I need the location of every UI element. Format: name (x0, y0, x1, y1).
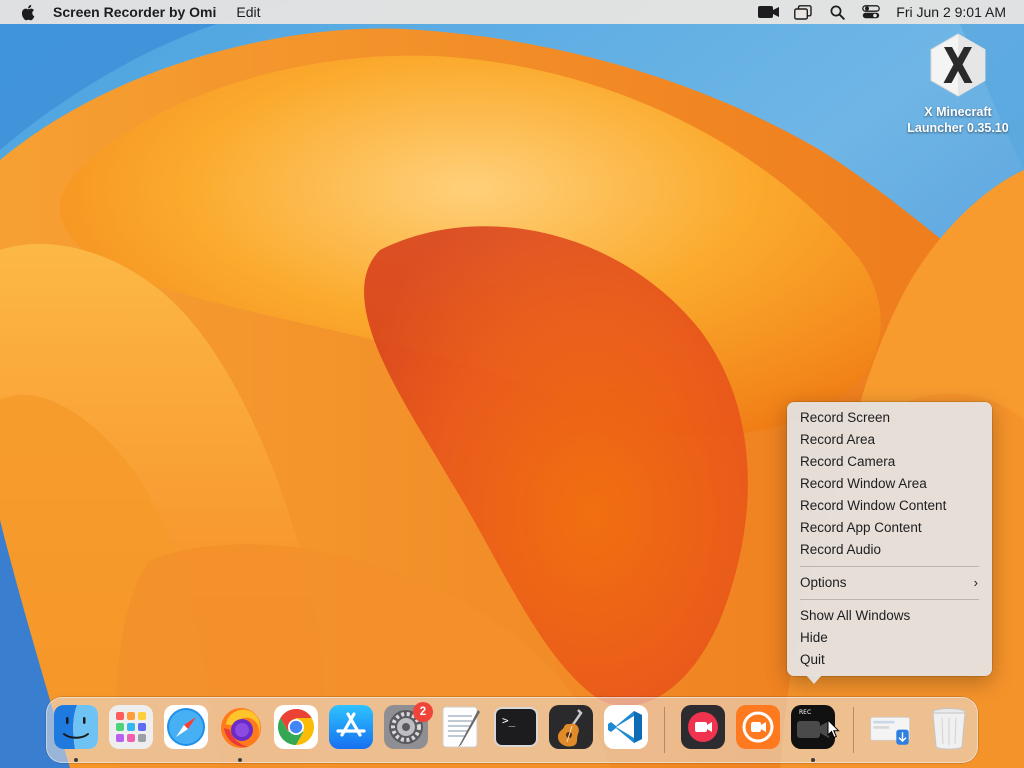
edit-menu[interactable]: Edit (236, 4, 260, 20)
chevron-right-icon: › (973, 575, 978, 590)
dock-item-safari[interactable] (163, 704, 209, 750)
menu-item-record-window-content[interactable]: Record Window Content (787, 495, 992, 517)
desktop-icon-label: X Minecraft Launcher 0.35.10 (907, 105, 1009, 135)
dock-item-terminal[interactable]: >_ (493, 704, 539, 750)
downloads-stack-icon (870, 716, 911, 745)
running-indicator (238, 758, 242, 762)
running-indicator (811, 758, 815, 762)
apple-menu-icon[interactable] (18, 3, 36, 21)
dock-item-trash[interactable] (926, 704, 972, 750)
window-switcher-icon[interactable] (792, 3, 814, 21)
chrome-icon (274, 705, 318, 749)
menu-separator (800, 566, 979, 567)
dock-divider (664, 707, 665, 753)
omi-recorder-orange-icon (736, 705, 780, 749)
menu-item-options-label: Options (800, 575, 847, 590)
textedit-icon (442, 706, 480, 748)
desktop-icon-x-minecraft-launcher[interactable]: X Minecraft Launcher 0.35.10 (896, 32, 1020, 136)
spotlight-search-icon[interactable] (826, 3, 848, 21)
menu-item-options[interactable]: Options › (787, 572, 992, 594)
x-minecraft-launcher-icon (927, 32, 989, 102)
dock-item-chrome[interactable] (273, 704, 319, 750)
menu-item-record-camera[interactable]: Record Camera (787, 451, 992, 473)
dock-item-firefox[interactable] (218, 704, 264, 750)
dock-item-omi-recorder[interactable] (735, 704, 781, 750)
dock-item-garageband[interactable] (548, 704, 594, 750)
menu-item-record-window-area[interactable]: Record Window Area (787, 473, 992, 495)
svg-text:REC: REC (799, 709, 811, 716)
app-store-icon (329, 705, 373, 749)
active-app-menu[interactable]: Screen Recorder by Omi (53, 4, 216, 20)
menu-item-record-app-content[interactable]: Record App Content (787, 517, 992, 539)
running-indicator (74, 758, 78, 762)
camera-recording-icon[interactable] (758, 3, 780, 21)
menu-item-quit[interactable]: Quit (787, 649, 992, 671)
vscode-icon (604, 705, 648, 749)
dock-item-textedit[interactable] (438, 704, 484, 750)
notification-badge: 2 (413, 702, 433, 722)
finder-icon (54, 705, 98, 749)
trash-icon (932, 708, 966, 750)
menu-bar-clock[interactable]: Fri Jun 2 9:01 AM (896, 4, 1006, 20)
screen-recorder-red-icon (681, 705, 725, 749)
dock-item-downloads[interactable] (868, 704, 920, 750)
garageband-icon (549, 705, 593, 749)
dock-divider (853, 707, 854, 753)
menu-item-hide[interactable]: Hide (787, 627, 992, 649)
launchpad-icon (109, 705, 153, 749)
menu-item-show-all-windows[interactable]: Show All Windows (787, 605, 992, 627)
menu-item-record-screen[interactable]: Record Screen (787, 407, 992, 429)
context-menu-pointer (806, 675, 822, 684)
firefox-icon (221, 708, 261, 748)
dock-context-menu: Record Screen Record Area Record Camera … (787, 402, 992, 676)
dock-item-screen-recorder[interactable] (680, 704, 726, 750)
menu-item-record-audio[interactable]: Record Audio (787, 539, 992, 561)
menu-bar: Screen Recorder by Omi Edit Fri Jun 2 9:… (0, 0, 1024, 24)
safari-icon (164, 705, 208, 749)
mouse-pointer-icon (827, 719, 840, 739)
control-center-icon[interactable] (860, 3, 882, 21)
dock-item-finder[interactable] (53, 704, 99, 750)
dock-item-app-store[interactable] (328, 704, 374, 750)
terminal-icon: >_ (494, 707, 538, 747)
svg-text:>_: >_ (502, 714, 516, 727)
menu-item-record-area[interactable]: Record Area (787, 429, 992, 451)
dock-item-vscode[interactable] (603, 704, 649, 750)
dock-item-launchpad[interactable] (108, 704, 154, 750)
menu-separator (800, 599, 979, 600)
